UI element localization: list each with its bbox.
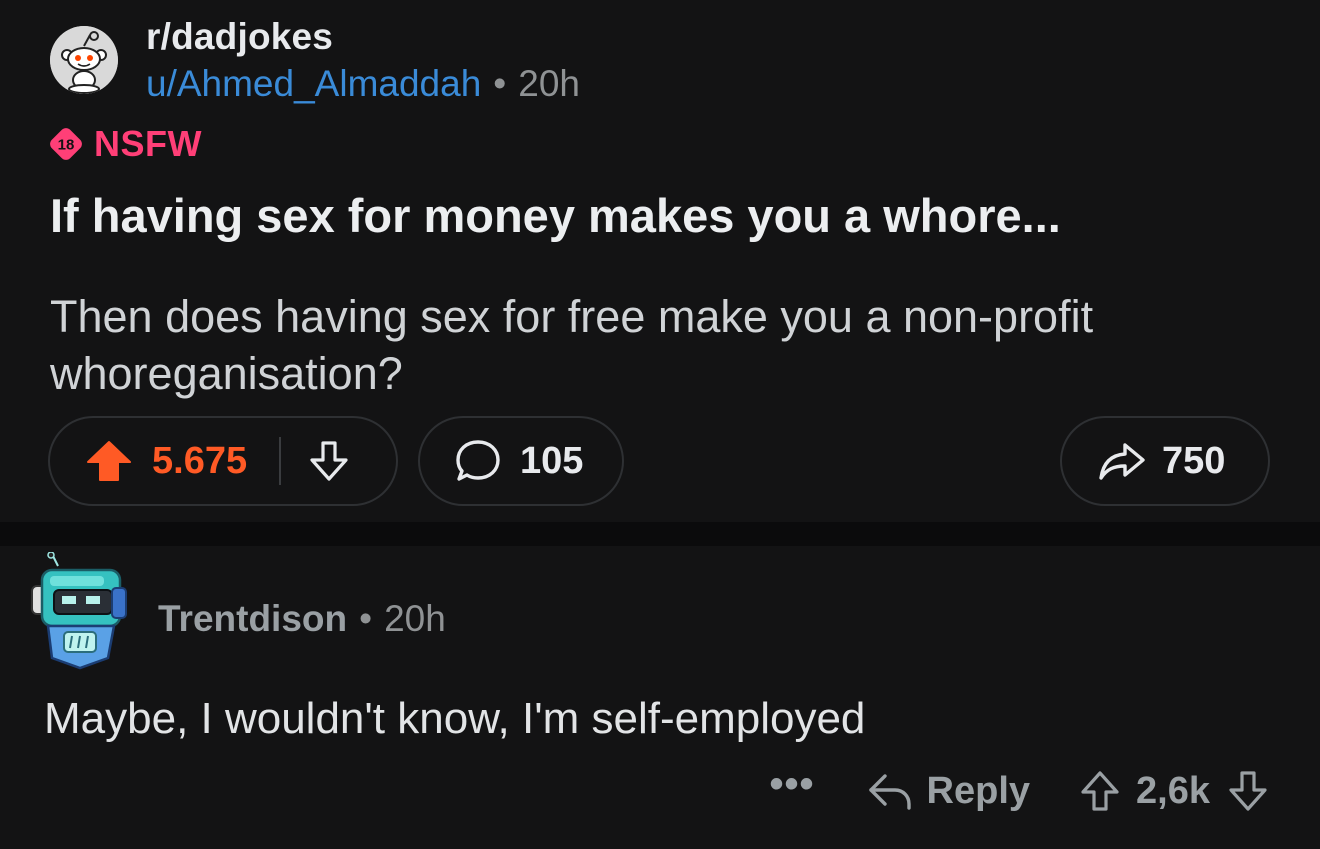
reply-arrow-icon xyxy=(867,770,913,812)
comment-score: 2,6k xyxy=(1136,769,1210,812)
share-button[interactable]: 750 xyxy=(1060,416,1270,506)
robot-avatar-icon[interactable] xyxy=(30,552,130,670)
nsfw-tag: 18 NSFW xyxy=(48,122,202,166)
meta-separator: • xyxy=(493,63,507,104)
speech-bubble-icon xyxy=(454,438,502,484)
post-meta: u/Ahmed_Almaddah • 20h xyxy=(146,63,580,105)
comment-text: Maybe, I wouldn't know, I'm self-employe… xyxy=(44,694,866,743)
reply-label: Reply xyxy=(926,769,1031,812)
vote-score: 5.675 xyxy=(152,439,248,482)
meta-separator: • xyxy=(359,598,373,639)
reply-button[interactable]: Reply xyxy=(867,770,1030,813)
comment-downvote-icon[interactable] xyxy=(1226,770,1270,812)
share-count: 750 xyxy=(1162,439,1226,482)
comment-actions: ••• Reply 2,6k xyxy=(770,762,1270,818)
comment-upvote-icon[interactable] xyxy=(1078,770,1122,812)
post-title[interactable]: If having sex for money makes you a whor… xyxy=(50,188,1061,243)
arrow-down-outline-icon[interactable] xyxy=(307,440,351,482)
comment-count: 105 xyxy=(520,439,584,482)
section-divider xyxy=(0,522,1320,546)
comments-button[interactable]: 105 xyxy=(418,416,624,506)
share-arrow-icon xyxy=(1098,439,1146,483)
nsfw-badge-number: 18 xyxy=(58,137,75,154)
nsfw-18-badge-icon: 18 xyxy=(50,128,82,160)
author-link[interactable]: u/Ahmed_Almaddah xyxy=(146,63,481,104)
comment-meta: Trentdison • 20h xyxy=(158,598,446,640)
post-card: r/dadjokes u/Ahmed_Almaddah • 20h 18 NSFW … xyxy=(0,0,1320,522)
vote-control: 5.675 xyxy=(48,416,398,506)
comment-username[interactable]: Trentdison xyxy=(158,598,347,639)
nsfw-label: NSFW xyxy=(94,123,202,164)
reddit-snoo-icon[interactable] xyxy=(50,26,118,94)
comment: Trentdison • 20h Maybe, I wouldn't know, I… xyxy=(0,546,1320,849)
subreddit-name[interactable]: r/dadjokes xyxy=(146,16,333,58)
comment-age: 20h xyxy=(384,598,446,639)
more-options-button[interactable]: ••• xyxy=(770,762,815,807)
post-body: Then does having sex for free make you a… xyxy=(50,291,1094,399)
vote-divider xyxy=(279,437,282,485)
arrow-up-filled-icon[interactable] xyxy=(86,440,132,482)
post-age: 20h xyxy=(518,63,580,104)
